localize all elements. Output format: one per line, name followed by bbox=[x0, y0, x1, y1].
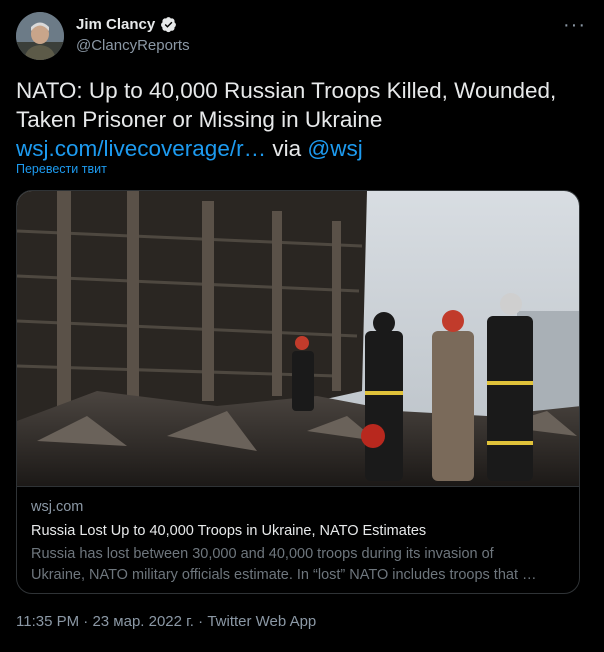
card-description-line: Russia has lost between 30,000 and 40,00… bbox=[31, 546, 494, 562]
link-preview-card[interactable]: wsj.com Russia Lost Up to 40,000 Troops … bbox=[16, 190, 580, 594]
tweet-text-block: NATO: Up to 40,000 Russian Troops Killed… bbox=[16, 76, 591, 163]
author-avatar[interactable] bbox=[16, 12, 64, 60]
card-description: Russia has lost between 30,000 and 40,00… bbox=[31, 544, 567, 586]
tweet-date[interactable]: 23 мар. 2022 г. bbox=[92, 613, 194, 630]
via-text: via bbox=[272, 136, 302, 161]
meta-separator: · bbox=[83, 613, 89, 630]
tweet-source[interactable]: Twitter Web App bbox=[207, 613, 316, 630]
translate-tweet-link[interactable]: Перевести твит bbox=[16, 162, 107, 176]
meta-separator: · bbox=[198, 613, 204, 630]
card-domain: wsj.com bbox=[31, 499, 84, 515]
tweet-time[interactable]: 11:35 PM bbox=[16, 613, 79, 630]
tweet-text: NATO: Up to 40,000 Russian Troops Killed… bbox=[16, 78, 557, 132]
tweet-link[interactable]: wsj.com/livecoverage/r… bbox=[16, 136, 266, 161]
author-name-row: Jim Clancy bbox=[76, 16, 177, 33]
author-handle[interactable]: @ClancyReports bbox=[76, 37, 190, 54]
author-name[interactable]: Jim Clancy bbox=[76, 16, 155, 33]
card-body: wsj.com Russia Lost Up to 40,000 Troops … bbox=[31, 497, 567, 586]
ellipsis-icon: ··· bbox=[563, 14, 586, 36]
mention-link[interactable]: @wsj bbox=[307, 136, 362, 161]
card-title: Russia Lost Up to 40,000 Troops in Ukrai… bbox=[31, 523, 427, 539]
card-image bbox=[17, 191, 579, 487]
avatar-photo-icon bbox=[16, 12, 64, 60]
tweet: Jim Clancy @ClancyReports ··· NATO: Up t… bbox=[0, 0, 604, 652]
verified-badge-icon bbox=[161, 17, 177, 33]
tweet-meta: 11:35 PM · 23 мар. 2022 г. · Twitter Web… bbox=[16, 613, 316, 630]
more-options-button[interactable]: ··· bbox=[563, 14, 586, 37]
card-description-line: Ukraine, NATO military officials estimat… bbox=[31, 567, 537, 583]
